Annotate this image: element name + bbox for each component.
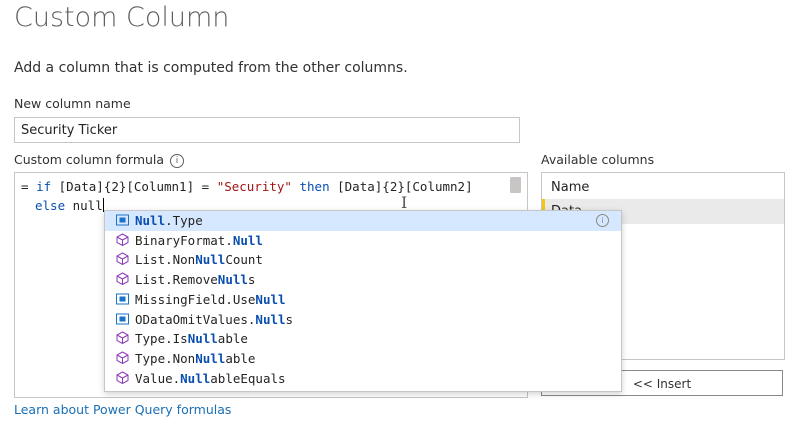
formula-label-row: Custom column formula i — [14, 152, 185, 168]
suggestion-item[interactable]: List.RemoveNulls — [105, 270, 621, 290]
formula-line-2: else null — [35, 198, 104, 213]
formula-token: [Data]{2}[Column2] — [329, 179, 473, 194]
suggestion-match: Null — [180, 370, 211, 386]
function-icon — [115, 232, 129, 252]
info-icon[interactable]: i — [170, 154, 185, 168]
suggestion-item[interactable]: Null.Type i — [105, 211, 621, 231]
suggestion-match: Null — [135, 213, 166, 228]
suggestion-text: able — [225, 350, 256, 366]
suggestion-text: ableEquals — [210, 370, 286, 386]
suggestion-item[interactable]: List.NonNullCount — [105, 250, 621, 270]
suggestion-text: able — [217, 331, 248, 347]
suggestion-item[interactable]: Type.NonNullable — [105, 349, 621, 369]
suggestion-match: Null — [255, 291, 286, 307]
function-icon — [115, 271, 129, 291]
function-icon — [115, 370, 129, 390]
formula-keyword: then — [299, 179, 330, 194]
field-icon — [115, 311, 129, 331]
suggestion-text: List.Remove — [135, 272, 218, 288]
autocomplete-dropdown[interactable]: Null.Type i BinaryFormat.Null List.NonNullC… — [104, 210, 622, 392]
learn-more-link[interactable]: Learn about Power Query formulas — [14, 402, 231, 417]
suggestion-text: ODataOmitValues. — [135, 311, 256, 327]
suggestion-text: Value. — [135, 370, 181, 386]
dialog-subtitle: Add a column that is computed from the o… — [14, 60, 408, 76]
suggestion-match: Null — [187, 331, 218, 347]
suggestion-match: Null — [195, 252, 226, 268]
formula-token: [Data]{2}[Column1] = — [51, 179, 217, 194]
editor-scrollbar-thumb[interactable] — [510, 177, 521, 193]
suggestion-text: Type.Non — [135, 350, 196, 366]
formula-string: "Security" — [216, 179, 292, 194]
suggestion-item[interactable]: BinaryFormat.Null — [105, 231, 621, 251]
suggestion-text: .Type — [165, 213, 203, 228]
function-icon — [115, 350, 129, 370]
suggestion-match: Null — [255, 311, 286, 327]
formula-token: = — [21, 179, 37, 194]
formula-line-1: = if [Data]{2}[Column1] = "Security" the… — [21, 179, 473, 194]
function-icon — [115, 251, 129, 271]
suggestion-item[interactable]: ODataOmitValues.Nulls — [105, 310, 621, 330]
new-column-name-value: Security Ticker — [21, 122, 118, 138]
suggestion-match: Null — [195, 350, 226, 366]
function-icon — [115, 330, 129, 350]
available-columns-label: Available columns — [541, 152, 655, 167]
suggestion-info-icon[interactable]: i — [596, 214, 609, 227]
formula-label: Custom column formula — [14, 152, 165, 167]
suggestion-match: Null — [217, 272, 248, 288]
formula-keyword: if — [36, 179, 52, 194]
formula-token: null — [65, 198, 103, 213]
field-icon — [115, 291, 129, 311]
available-column-name[interactable]: Name — [542, 175, 784, 200]
new-column-name-label: New column name — [14, 96, 131, 111]
field-icon — [115, 212, 129, 232]
dialog-title: Custom Column — [14, 2, 230, 33]
suggestion-text: s — [285, 311, 294, 327]
suggestion-match: Null — [232, 232, 263, 248]
new-column-name-input[interactable]: Security Ticker — [14, 117, 520, 143]
suggestion-text: Type.Is — [135, 331, 188, 347]
suggestion-text: Count — [225, 252, 263, 268]
formula-keyword: else — [35, 198, 66, 213]
suggestion-text: s — [247, 272, 256, 288]
suggestion-item[interactable]: Value.NullableEquals — [105, 369, 621, 389]
suggestion-item[interactable]: Type.IsNullable — [105, 329, 621, 349]
suggestion-item[interactable]: MissingField.UseNull — [105, 290, 621, 310]
suggestion-text: BinaryFormat. — [135, 232, 233, 248]
suggestion-text: List.Non — [135, 252, 196, 268]
suggestion-text: MissingField.Use — [135, 291, 256, 307]
formula-token — [292, 179, 300, 194]
